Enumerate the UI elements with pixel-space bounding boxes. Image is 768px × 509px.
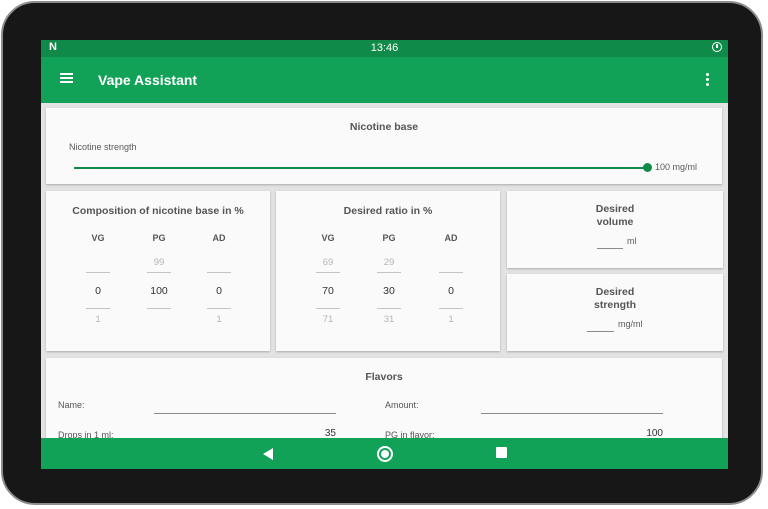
status-bar: N 13:46 (41, 40, 728, 57)
picker-value-current: 100 (150, 285, 168, 297)
picker-value-current: 70 (322, 285, 334, 297)
slider-thumb[interactable] (643, 163, 652, 172)
flavor-name-input[interactable] (154, 398, 336, 414)
flavors-title: Flavors (365, 371, 403, 383)
nicotine-strength-slider[interactable] (74, 167, 647, 169)
app-bar: Vape Assistant (41, 57, 728, 103)
desired-ratio-card: Desired ratio in % VG PG AD 69 70 71 29 … (276, 191, 500, 351)
picker-value-above: 29 (383, 257, 395, 268)
picker-divider (377, 308, 401, 309)
nicotine-strength-value: 100 mg/ml (655, 162, 698, 172)
status-time: 13:46 (370, 42, 399, 54)
picker-value-below: 71 (322, 314, 334, 325)
picker-divider (86, 272, 110, 273)
picker-value-current: 0 (95, 285, 101, 297)
picker-value-above: 99 (153, 257, 165, 268)
picker-value-below: 1 (448, 314, 454, 325)
column-header-ad: AD (212, 233, 226, 243)
picker-value-below: 1 (216, 314, 222, 325)
column-header-pg: PG (382, 233, 396, 243)
flavor-amount-label: Amount: (385, 400, 419, 410)
picker-divider (439, 308, 463, 309)
column-header-ad: AD (444, 233, 458, 243)
desired-strength-input[interactable] (587, 318, 614, 332)
desired-volume-title-line1: Desired (595, 203, 635, 215)
picker-divider (147, 272, 171, 273)
desired-strength-title-line2: strength (594, 299, 636, 311)
picker-divider (439, 272, 463, 273)
nicotine-base-title: Nicotine base (349, 121, 419, 133)
picker-divider (86, 308, 110, 309)
input-underline (154, 413, 336, 414)
desired-volume-title: Desired volume (507, 203, 723, 229)
picker-value-current: 0 (216, 285, 222, 297)
recent-apps-icon[interactable] (496, 447, 507, 458)
picker-divider (377, 272, 401, 273)
picker-divider (147, 308, 171, 309)
desired-volume-input[interactable] (597, 235, 623, 249)
composition-card: Composition of nicotine base in % VG PG … (46, 191, 270, 351)
flavor-amount-input[interactable] (481, 398, 663, 414)
column-header-vg: VG (91, 233, 105, 243)
flavors-card: Flavors Name: Amount: Drops in 1 ml: 35 … (46, 358, 722, 448)
desired-volume-unit: ml (627, 236, 637, 246)
desired-ratio-title: Desired ratio in % (343, 205, 433, 217)
picker-divider (316, 308, 340, 309)
hamburger-menu-icon[interactable] (60, 73, 73, 83)
picker-divider (207, 308, 231, 309)
screen: N 13:46 Vape Assistant Nicotine base Nic… (41, 40, 728, 469)
nicotine-base-card: Nicotine base Nicotine strength 100 mg/m… (46, 108, 722, 184)
picker-divider (316, 272, 340, 273)
picker-value-below: 31 (383, 314, 395, 325)
tablet-device: N 13:46 Vape Assistant Nicotine base Nic… (0, 0, 768, 509)
overflow-menu-icon[interactable] (706, 73, 709, 88)
picker-divider (207, 272, 231, 273)
desired-volume-card: Desired volume ml (507, 191, 723, 268)
sync-icon (712, 42, 722, 52)
home-icon[interactable] (377, 446, 393, 462)
back-icon[interactable] (263, 448, 273, 460)
input-underline (587, 331, 614, 332)
picker-value-below: 1 (95, 314, 101, 325)
flavor-name-label: Name: (58, 400, 85, 410)
navigation-bar (41, 438, 728, 469)
column-header-vg: VG (321, 233, 335, 243)
desired-strength-card: Desired strength mg/ml (507, 274, 723, 351)
desired-strength-title: Desired strength (507, 286, 723, 312)
input-underline (481, 413, 663, 414)
desired-strength-unit: mg/ml (618, 319, 643, 329)
desired-strength-title-line1: Desired (595, 286, 635, 298)
desired-volume-title-line2: volume (596, 216, 634, 228)
composition-title: Composition of nicotine base in % (72, 205, 244, 217)
input-underline (597, 248, 623, 249)
app-title: Vape Assistant (98, 72, 198, 88)
nicotine-strength-label: Nicotine strength (69, 142, 137, 152)
picker-value-above: 69 (322, 257, 334, 268)
picker-value-current: 0 (448, 285, 454, 297)
column-header-pg: PG (152, 233, 166, 243)
picker-value-current: 30 (383, 285, 395, 297)
